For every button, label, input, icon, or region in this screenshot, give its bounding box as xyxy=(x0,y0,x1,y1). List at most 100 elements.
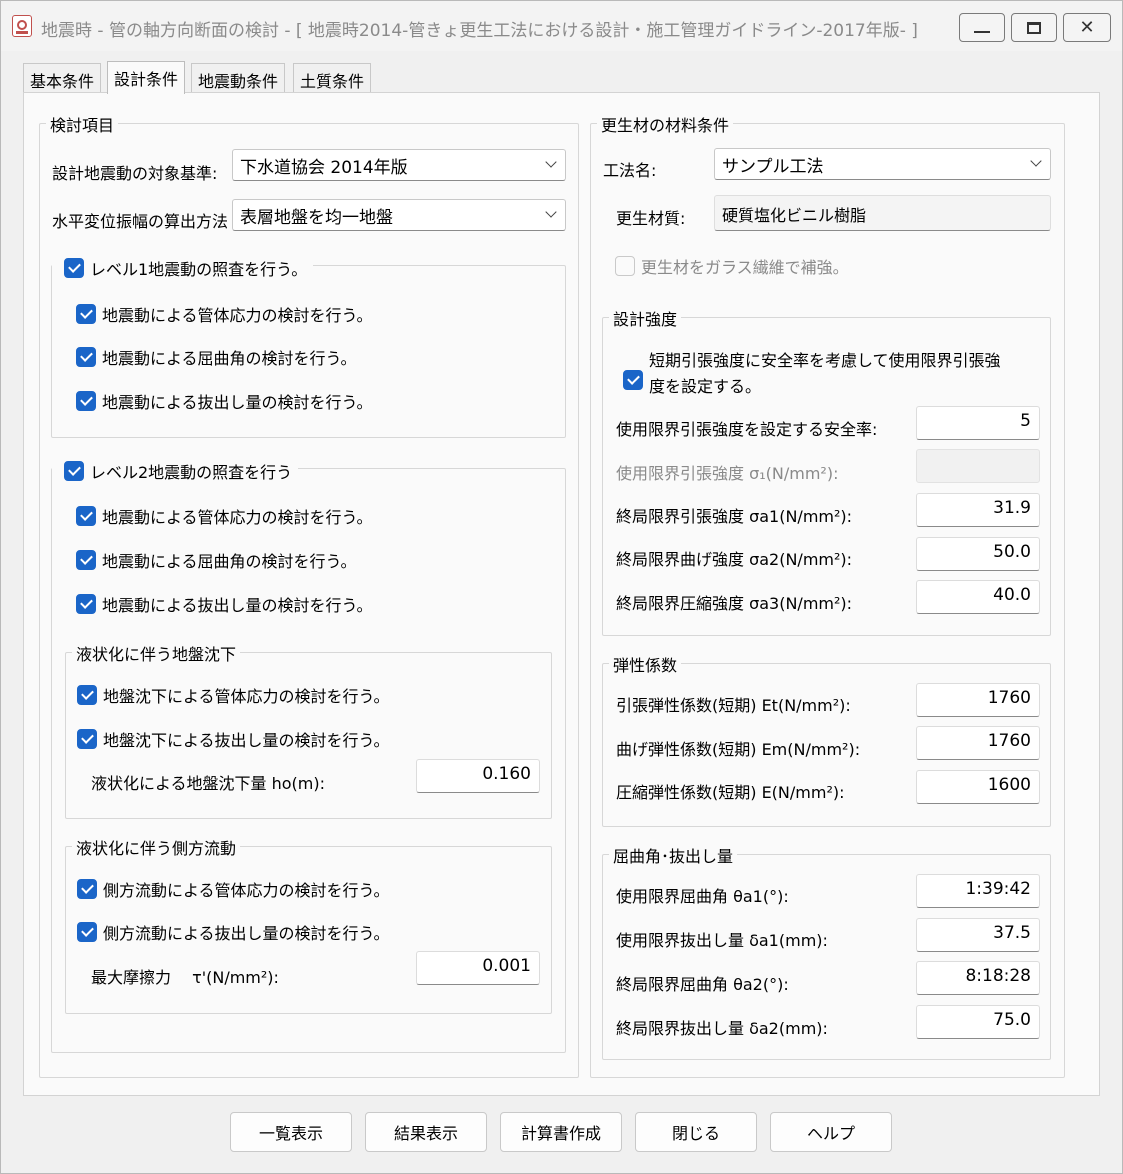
check-icon xyxy=(77,685,97,705)
level2-group: レベル2地震動の照査を行う 地震動による管体応力の検討を行う。 地震動による屈曲… xyxy=(51,459,566,1053)
show-results-button[interactable]: 結果表示 xyxy=(365,1112,487,1152)
tab-ground-motion-conditions[interactable]: 地震動条件 xyxy=(191,63,286,93)
check-icon xyxy=(623,370,643,390)
bend-pullout-group: 屈曲角･抜出し量 使用限界屈曲角 θa1(°): 1:39:42 使用限界抜出し… xyxy=(602,843,1051,1060)
ultimate-tensile-input[interactable]: 31.9 xyxy=(916,493,1040,527)
tab-basic-conditions[interactable]: 基本条件 xyxy=(23,63,102,93)
settlement-amount-label: 液状化による地盤沈下量 ho(m): xyxy=(91,774,325,793)
lateral-stress-checkbox[interactable]: 側方流動による管体応力の検討を行う。 xyxy=(77,877,390,901)
level2-label: レベル2地震動の照査を行う xyxy=(90,463,293,482)
ultimate-bending-label: 終局限界曲げ強度 σa2(N/mm²): xyxy=(616,550,853,569)
ultimate-compression-label: 終局限界圧縮強度 σa3(N/mm²): xyxy=(616,594,853,613)
inspection-items-group: 検討項目 設計地震動の対象基準: 下水道協会 2014年版 水平変位振幅の算出方… xyxy=(39,112,579,1078)
settlement-stress-checkbox[interactable]: 地盤沈下による管体応力の検討を行う。 xyxy=(77,683,390,707)
check-icon xyxy=(76,506,96,526)
level1-pullout-checkbox[interactable]: 地震動による抜出し量の検討を行う。 xyxy=(76,389,373,413)
tab-soil-conditions[interactable]: 土質条件 xyxy=(293,63,372,93)
level2-bend-angle-checkbox[interactable]: 地震動による屈曲角の検討を行う。 xyxy=(76,548,357,572)
safety-rate-label: 使用限界引張強度を設定する安全率: xyxy=(616,420,878,439)
service-pullout-label: 使用限界抜出し量 δa1(mm): xyxy=(616,931,828,950)
standard-select[interactable]: 下水道協会 2014年版 xyxy=(232,149,566,181)
design-strength-group: 設計強度 短期引張強度に安全率を考慮して使用限界引張強 度を設定する。 使用限界… xyxy=(602,306,1051,636)
level2-checkbox[interactable]: レベル2地震動の照査を行う xyxy=(52,459,299,483)
method-name-value: サンプル工法 xyxy=(722,157,824,177)
level1-group: レベル1地震動の照査を行う。 地震動による管体応力の検討を行う。 地震動による屈… xyxy=(51,256,566,438)
tensile-modulus-label: 引張弾性係数(短期) Et(N/mm²): xyxy=(616,696,851,715)
group-title: 検討項目 xyxy=(46,112,119,136)
ultimate-bend-angle-input[interactable]: 8:18:28 xyxy=(916,961,1040,995)
lateral-pullout-checkbox[interactable]: 側方流動による抜出し量の検討を行う。 xyxy=(77,920,390,944)
level1-bend-angle-checkbox[interactable]: 地震動による屈曲角の検討を行う。 xyxy=(76,345,357,369)
design-strength-title: 設計強度 xyxy=(609,306,682,330)
elastic-modulus-title: 弾性係数 xyxy=(609,652,682,676)
window-title: 地震時 - 管の軸方向断面の検討 - [ 地震時2014-管きょ更生工法における… xyxy=(41,21,918,41)
bending-modulus-input[interactable]: 1760 xyxy=(916,726,1040,760)
checkbox-label: 地震動による抜出し量の検討を行う。 xyxy=(102,393,373,412)
tab-design-conditions[interactable]: 設計条件 xyxy=(107,61,186,94)
method-label: 水平変位振幅の算出方法 xyxy=(52,212,229,231)
title-bar: 地震時 - 管の軸方向断面の検討 - [ 地震時2014-管きょ更生工法における… xyxy=(1,1,1122,51)
level1-checkbox[interactable]: レベル1地震動の照査を行う。 xyxy=(52,256,314,280)
list-view-button[interactable]: 一覧表示 xyxy=(230,1112,352,1152)
max-friction-input[interactable]: 0.001 xyxy=(416,951,540,985)
settlement-pullout-checkbox[interactable]: 地盤沈下による抜出し量の検討を行う。 xyxy=(77,727,390,751)
check-icon xyxy=(76,304,96,324)
service-tensile-label: 使用限界引張強度 σ₁(N/mm²): xyxy=(616,464,839,483)
service-bend-angle-input[interactable]: 1:39:42 xyxy=(916,874,1040,908)
ultimate-bending-input[interactable]: 50.0 xyxy=(916,537,1040,571)
help-button[interactable]: ヘルプ xyxy=(770,1112,892,1152)
minimize-button[interactable] xyxy=(959,13,1005,42)
elastic-modulus-group: 弾性係数 引張弾性係数(短期) Et(N/mm²): 1760 曲げ弾性係数(短… xyxy=(602,652,1051,827)
app-icon xyxy=(12,15,32,37)
level1-stress-checkbox[interactable]: 地震動による管体応力の検討を行う。 xyxy=(76,302,373,326)
check-icon xyxy=(64,461,84,481)
checkbox-label: 側方流動による管体応力の検討を行う。 xyxy=(103,881,390,900)
lateral-flow-title: 液状化に伴う側方流動 xyxy=(72,835,241,859)
level2-stress-checkbox[interactable]: 地震動による管体応力の検討を行う。 xyxy=(76,504,373,528)
ultimate-pullout-label: 終局限界抜出し量 δa2(mm): xyxy=(616,1019,828,1038)
check-icon xyxy=(77,729,97,749)
close-button[interactable]: 閉じる xyxy=(635,1112,757,1152)
chevron-down-icon xyxy=(1030,155,1042,167)
chevron-down-icon xyxy=(545,206,557,218)
ultimate-pullout-input[interactable]: 75.0 xyxy=(916,1005,1040,1039)
max-friction-label: 最大摩擦力 τ'(N/mm²): xyxy=(91,968,279,987)
bend-pullout-title: 屈曲角･抜出し量 xyxy=(609,843,738,867)
tab-panel: 検討項目 設計地震動の対象基準: 下水道協会 2014年版 水平変位振幅の算出方… xyxy=(23,92,1100,1096)
checkbox-label: 地震動による管体応力の検討を行う。 xyxy=(102,306,373,325)
checkbox-label: 地震動による屈曲角の検討を行う。 xyxy=(102,349,357,368)
create-report-button[interactable]: 計算書作成 xyxy=(500,1112,622,1152)
check-icon xyxy=(76,347,96,367)
check-icon xyxy=(77,922,97,942)
method-name-select[interactable]: サンプル工法 xyxy=(714,148,1051,180)
material-label: 更生材質: xyxy=(616,209,686,228)
compression-modulus-input[interactable]: 1600 xyxy=(916,770,1040,804)
tensile-modulus-input[interactable]: 1760 xyxy=(916,683,1040,717)
method-name-label: 工法名: xyxy=(603,161,657,180)
settlement-amount-input[interactable]: 0.160 xyxy=(416,759,540,793)
level1-label: レベル1地震動の照査を行う。 xyxy=(90,260,308,279)
ultimate-bend-angle-label: 終局限界屈曲角 θa2(°): xyxy=(616,975,789,994)
checkbox-label: 地震動による抜出し量の検討を行う。 xyxy=(102,596,373,615)
ultimate-compression-input[interactable]: 40.0 xyxy=(916,580,1040,614)
safety-rate-input[interactable]: 5 xyxy=(916,406,1040,440)
standard-value: 下水道協会 2014年版 xyxy=(240,158,408,178)
close-window-button[interactable]: ✕ xyxy=(1063,13,1111,42)
dialog-window: 地震時 - 管の軸方向断面の検討 - [ 地震時2014-管きょ更生工法における… xyxy=(0,0,1123,1174)
glass-fiber-checkbox[interactable]: 更生材をガラス繊維で補強。 xyxy=(615,254,849,278)
checkbox-label: 地震動による管体応力の検討を行う。 xyxy=(102,508,373,527)
safety-factor-label-line2: 度を設定する。 xyxy=(649,377,762,396)
maximize-button[interactable] xyxy=(1011,13,1057,42)
checkbox-empty-icon xyxy=(615,256,635,276)
safety-factor-label: 短期引張強度に安全率を考慮して使用限界引張強 度を設定する。 xyxy=(649,348,1001,400)
level2-pullout-checkbox[interactable]: 地震動による抜出し量の検討を行う。 xyxy=(76,592,373,616)
standard-label: 設計地震動の対象基準: xyxy=(52,164,218,183)
settlement-title: 液状化に伴う地盤沈下 xyxy=(72,641,241,665)
method-select[interactable]: 表層地盤を均一地盤 xyxy=(232,199,566,231)
service-pullout-input[interactable]: 37.5 xyxy=(916,918,1040,952)
bending-modulus-label: 曲げ弾性係数(短期) Em(N/mm²): xyxy=(616,740,861,759)
method-value: 表層地盤を均一地盤 xyxy=(240,208,393,228)
group-title: 更生材の材料条件 xyxy=(597,112,734,136)
material-conditions-group: 更生材の材料条件 工法名: サンプル工法 更生材質: 硬質塩化ビニル樹脂 更生材… xyxy=(590,112,1065,1078)
check-icon xyxy=(64,258,84,278)
